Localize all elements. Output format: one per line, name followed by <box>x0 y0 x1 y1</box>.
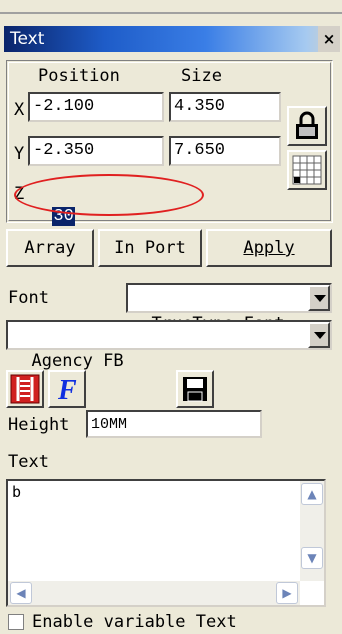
font-family-select[interactable]: Agency FB <box>6 320 332 371</box>
horizontal-scrollbar[interactable]: ◀ ▶ <box>8 581 300 605</box>
apply-button[interactable]: Apply <box>206 229 332 267</box>
apply-label: Apply <box>243 238 295 258</box>
scroll-right-icon[interactable]: ▶ <box>276 582 298 604</box>
highlight-ellipse <box>14 174 204 216</box>
anchor-grid-button[interactable] <box>287 150 327 190</box>
enable-variable-text-checkbox[interactable] <box>8 614 24 630</box>
height-label: Height <box>8 415 70 435</box>
size-header: Size <box>181 66 222 86</box>
font-family-value: Agency FB <box>31 351 124 371</box>
x-size-input[interactable]: 4.350 <box>169 92 281 122</box>
vertical-scrollbar[interactable]: ▲ ▼ <box>300 481 324 581</box>
y-position-input[interactable]: -2.350 <box>28 136 164 166</box>
chevron-down-icon[interactable] <box>308 322 330 348</box>
font-type-select[interactable]: TrueType Font <box>126 283 332 334</box>
x-position-input[interactable]: -2.100 <box>28 92 164 122</box>
position-header: Position <box>38 66 120 86</box>
save-icon <box>183 377 207 402</box>
lock-icon <box>296 111 318 139</box>
height-input[interactable]: 10MM <box>86 410 262 438</box>
grid-icon <box>292 155 322 185</box>
text-label: Text <box>8 452 49 472</box>
font-library-button[interactable] <box>6 370 44 408</box>
text-content-area[interactable]: b ▲ ▼ ◀ ▶ <box>6 479 326 607</box>
y-size-input[interactable]: 7.650 <box>169 136 281 166</box>
save-button[interactable] <box>176 370 214 408</box>
y-label: Y <box>14 144 25 164</box>
top-separator <box>0 0 342 14</box>
array-button[interactable]: Array <box>6 229 94 267</box>
panel-titlebar: Text × <box>4 26 340 52</box>
font-label: Font <box>8 288 49 308</box>
x-label: X <box>14 100 25 120</box>
font-style-button[interactable]: F <box>48 370 86 408</box>
scroll-down-icon[interactable]: ▼ <box>301 547 323 569</box>
lock-ratio-button[interactable] <box>287 106 327 146</box>
panel-title: Text <box>10 29 45 49</box>
close-icon[interactable]: × <box>318 26 340 52</box>
svg-text:F: F <box>57 375 77 406</box>
font-italic-f-icon: F <box>57 375 77 406</box>
scroll-left-icon[interactable]: ◀ <box>10 582 32 604</box>
import-button[interactable]: In Port <box>98 229 202 267</box>
enable-variable-text-label: Enable variable Text <box>32 612 237 632</box>
font-library-icon <box>10 374 40 404</box>
text-content: b <box>12 483 22 501</box>
chevron-down-icon[interactable] <box>308 285 330 311</box>
scroll-up-icon[interactable]: ▲ <box>301 483 323 505</box>
